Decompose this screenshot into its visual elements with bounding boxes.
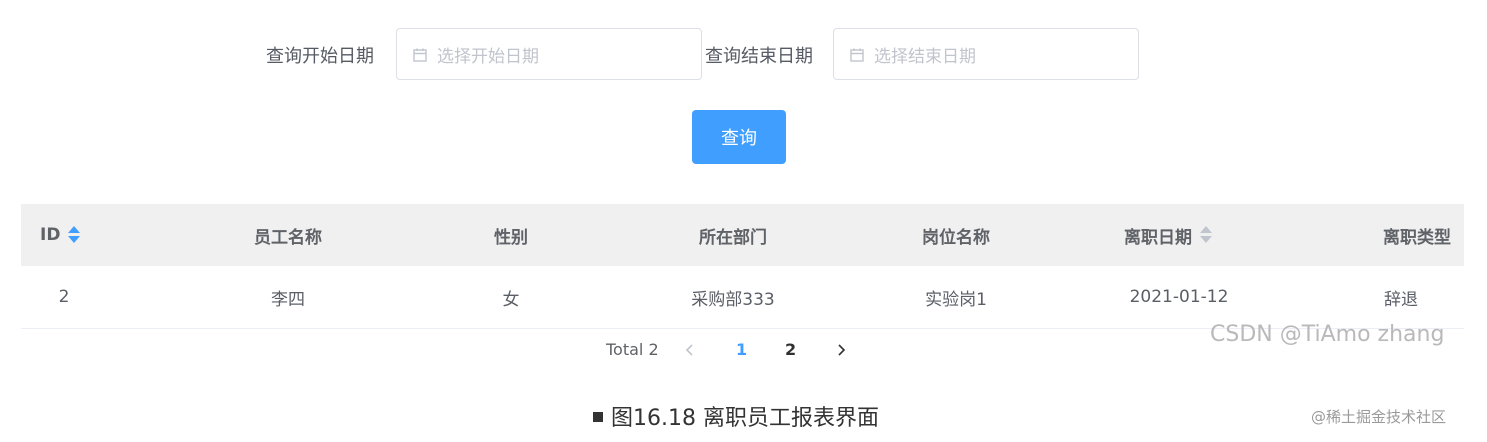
cell-leave-type: 辞退 (1384, 289, 1418, 310)
cell-department: 采购部333 (691, 289, 775, 310)
cell-id: 2 (58, 287, 70, 307)
column-header-id[interactable]: ID (40, 204, 81, 266)
column-header-label: ID (40, 225, 61, 245)
end-date-placeholder: 选择结束日期 (874, 46, 976, 67)
end-date-picker[interactable]: 选择结束日期 (833, 28, 1139, 80)
bullet-square-icon (593, 412, 603, 422)
column-header-department: 所在部门 (699, 227, 767, 248)
csdn-watermark: CSDN @TiAmo zhang (1210, 322, 1445, 347)
start-date-label: 查询开始日期 (266, 46, 374, 67)
column-header-name: 员工名称 (254, 227, 322, 248)
cell-name: 李四 (271, 289, 305, 310)
column-header-leave-date[interactable]: 离职日期 (1124, 204, 1212, 266)
query-button[interactable]: 查询 (692, 110, 786, 164)
next-page-icon[interactable] (832, 341, 850, 359)
start-date-placeholder: 选择开始日期 (437, 46, 539, 67)
prev-page-icon[interactable] (681, 341, 699, 359)
column-header-gender: 性别 (494, 227, 528, 248)
cell-gender: 女 (502, 289, 520, 310)
site-watermark: @稀土掘金技术社区 (1311, 408, 1447, 426)
figure-caption: 图16.18 离职员工报表界面 (593, 400, 879, 432)
page-number-2[interactable]: 2 (785, 340, 796, 359)
column-header-position: 岗位名称 (922, 227, 990, 248)
table-row: 2 李四 女 采购部333 实验岗1 2021-01-12 辞退 (21, 266, 1464, 329)
table-header: ID 员工名称 性别 所在部门 岗位名称 离职日期 离职类型 (21, 204, 1464, 266)
column-header-leave-type: 离职类型 (1383, 227, 1451, 248)
sort-icon[interactable] (1200, 225, 1212, 245)
cell-position: 实验岗1 (925, 289, 987, 310)
calendar-icon (413, 47, 427, 62)
calendar-icon (850, 47, 864, 62)
sort-icon[interactable] (68, 225, 81, 245)
page-number-1[interactable]: 1 (736, 340, 747, 359)
end-date-label: 查询结束日期 (705, 46, 813, 67)
cell-leave-date: 2021-01-12 (1129, 287, 1229, 307)
figure-caption-text: 图16.18 离职员工报表界面 (611, 406, 879, 431)
column-header-label: 离职日期 (1124, 227, 1192, 248)
start-date-picker[interactable]: 选择开始日期 (396, 28, 702, 80)
pagination-total: Total 2 (606, 340, 659, 359)
